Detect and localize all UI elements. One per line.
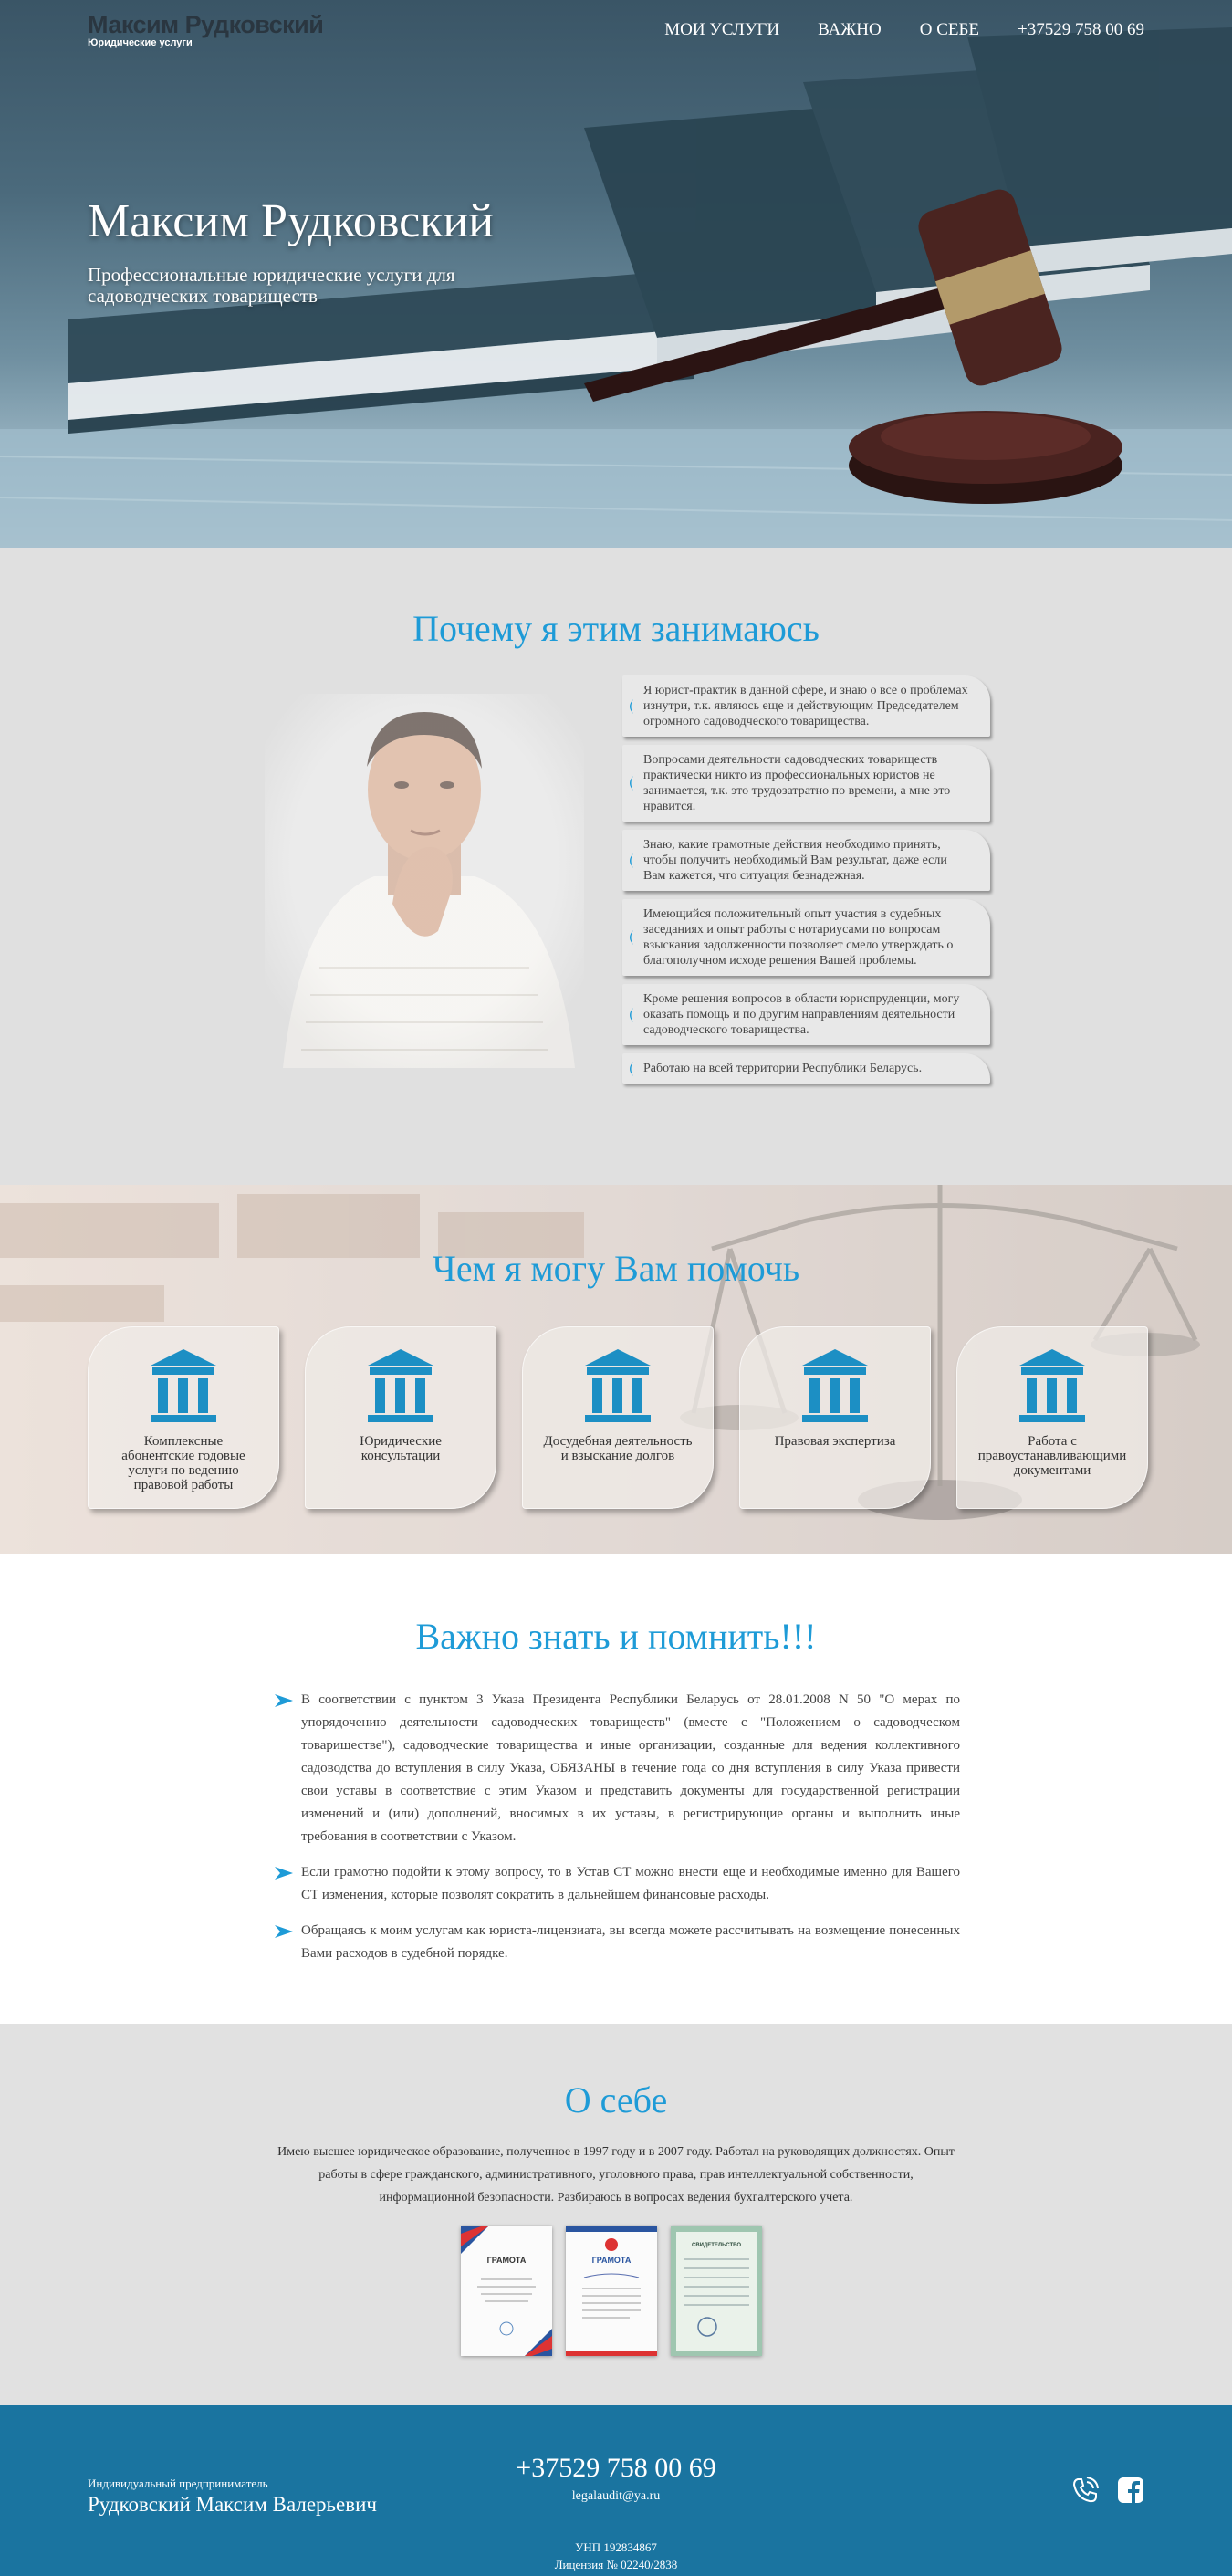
why-reason-text: Кроме решения вопросов в области юриспру… xyxy=(643,992,960,1037)
footer-contacts: +37529 758 00 69 legalaudit@ya.ru УНП 19… xyxy=(0,2453,1232,2572)
arrow-bullet-icon xyxy=(275,1694,293,1707)
courthouse-icon xyxy=(1019,1349,1085,1422)
service-card-label: Комплексные абонентские годовые услуги п… xyxy=(121,1434,245,1492)
why-title: Почему я этим занимаюсь xyxy=(412,608,820,649)
certificate-thumbnail[interactable]: ГРАМОТА xyxy=(566,2226,657,2356)
courthouse-icon xyxy=(368,1349,433,1422)
menu-item-important[interactable]: ВАЖНО xyxy=(818,20,882,40)
hero-subtitle: Профессиональные юридические услуги для … xyxy=(88,264,455,307)
bullet-icon xyxy=(630,776,633,791)
footer-email-link[interactable]: legalaudit@ya.ru xyxy=(572,2489,660,2504)
important-text: Если грамотно подойти к этому вопросу, т… xyxy=(301,1865,960,1902)
why-reason-text: Я юрист-практик в данной сфере, и знаю о… xyxy=(643,684,968,728)
certificate-thumbnail[interactable]: ГРАМОТА xyxy=(461,2226,552,2356)
why-reasons-list: Я юрист-практик в данной сфере, и знаю о… xyxy=(622,675,990,1092)
bullet-icon xyxy=(630,853,633,868)
service-card[interactable]: Комплексные абонентские годовые услуги п… xyxy=(88,1326,279,1509)
menu-item-phone[interactable]: +37529 758 00 69 xyxy=(1018,20,1144,40)
portrait-photo xyxy=(265,694,584,1068)
certificate-thumbnail[interactable]: СВИДЕТЕЛЬСТВО xyxy=(671,2226,762,2356)
facebook-icon[interactable] xyxy=(1117,2477,1144,2508)
service-card[interactable]: Правовая экспертиза xyxy=(739,1326,931,1509)
menu-item-about[interactable]: О СЕБЕ xyxy=(920,20,979,40)
service-card-label: Досудебная деятельность и взыскание долг… xyxy=(543,1434,693,1463)
about-section: О себе Имею высшее юридическое образован… xyxy=(0,2024,1232,2405)
menu-item-services[interactable]: МОИ УСЛУГИ xyxy=(664,20,779,40)
why-reason-item: Работаю на всей территории Республики Бе… xyxy=(622,1053,990,1084)
main-menu: МОИ УСЛУГИ ВАЖНО О СЕБЕ +37529 758 00 69 xyxy=(664,20,1144,40)
footer-license: Лицензия № 02240/2838 xyxy=(554,2558,678,2571)
site-footer: Индивидуальный предприниматель Рудковски… xyxy=(0,2405,1232,2576)
service-card-label: Правовая экспертиза xyxy=(774,1434,896,1449)
services-title: Чем я могу Вам помочь xyxy=(432,1248,800,1289)
why-reason-item: Вопросами деятельности садоводческих тов… xyxy=(622,745,990,822)
arrow-bullet-icon xyxy=(275,1925,293,1938)
service-card-label: Работа с правоустанавливающими документа… xyxy=(977,1434,1127,1478)
why-reason-text: Работаю на всей территории Республики Бе… xyxy=(643,1062,923,1075)
bullet-icon xyxy=(630,698,633,714)
important-section: Важно знать и помнить!!! В соответствии … xyxy=(0,1554,1232,2024)
footer-social xyxy=(1071,2477,1144,2508)
footer-phone[interactable]: +37529 758 00 69 xyxy=(0,2453,1232,2484)
why-reason-text: Знаю, какие грамотные действия необходим… xyxy=(643,838,947,883)
certificate-heading: ГРАМОТА xyxy=(487,2256,527,2265)
why-reason-item: Знаю, какие грамотные действия необходим… xyxy=(622,830,990,891)
courthouse-icon xyxy=(151,1349,216,1422)
footer-unp: УНП 192834867 xyxy=(575,2540,657,2554)
service-card-label: Юридические консультации xyxy=(360,1434,442,1463)
certificate-image: СВИДЕТЕЛЬСТВО xyxy=(671,2226,762,2356)
services-cards: Комплексные абонентские годовые услуги п… xyxy=(88,1326,1148,1509)
top-navigation: Максим Рудковский Юридические услуги МОИ… xyxy=(88,11,1144,52)
site-logo[interactable]: Максим Рудковский Юридические услуги xyxy=(88,11,324,49)
important-list: В соответствии с пунктом 3 Указа Президе… xyxy=(275,1689,960,1978)
service-card[interactable]: Досудебная деятельность и взыскание долг… xyxy=(522,1326,714,1509)
important-paragraph: Обращаясь к моим услугам как юриста-лице… xyxy=(275,1920,960,1965)
hero-section: Максим Рудковский Юридические услуги МОИ… xyxy=(0,0,1232,548)
important-paragraph: В соответствии с пунктом 3 Указа Президе… xyxy=(275,1689,960,1848)
about-title: О себе xyxy=(564,2079,668,2120)
why-reason-text: Вопросами деятельности садоводческих тов… xyxy=(643,753,951,813)
why-reason-item: Имеющийся положительный опыт участия в с… xyxy=(622,899,990,976)
certificate-image: ГРАМОТА xyxy=(461,2226,552,2356)
hero-title: Максим Рудковский xyxy=(88,195,495,247)
important-text: В соответствии с пунктом 3 Указа Президе… xyxy=(301,1692,960,1844)
logo-tagline: Юридические услуги xyxy=(88,37,193,48)
why-reason-item: Кроме решения вопросов в области юриспру… xyxy=(622,984,990,1045)
why-reason-text: Имеющийся положительный опыт участия в с… xyxy=(643,907,954,968)
important-title: Важно знать и помнить!!! xyxy=(415,1616,817,1657)
phone-icon[interactable] xyxy=(1071,2477,1099,2508)
bullet-icon xyxy=(630,930,633,945)
why-reason-item: Я юрист-практик в данной сфере, и знаю о… xyxy=(622,675,990,737)
important-paragraph: Если грамотно подойти к этому вопросу, т… xyxy=(275,1861,960,1907)
bullet-icon xyxy=(630,1061,633,1076)
important-text: Обращаясь к моим услугам как юриста-лице… xyxy=(301,1923,960,1961)
bullet-icon xyxy=(630,1007,633,1022)
arrow-bullet-icon xyxy=(275,1867,293,1880)
service-card[interactable]: Работа с правоустанавливающими документа… xyxy=(956,1326,1148,1509)
certificate-heading: СВИДЕТЕЛЬСТВО xyxy=(692,2243,741,2248)
service-card[interactable]: Юридические консультации xyxy=(305,1326,496,1509)
courthouse-icon xyxy=(585,1349,651,1422)
courthouse-icon xyxy=(802,1349,868,1422)
why-section: Почему я этим занимаюсь Я юрист-практик … xyxy=(0,548,1232,1185)
logo-name: Максим Рудковский xyxy=(88,11,324,38)
certificate-heading: ГРАМОТА xyxy=(592,2256,632,2265)
services-section: Чем я могу Вам помочь Комплексные абонен… xyxy=(0,1185,1232,1554)
certificates-gallery: ГРАМОТА ГРАМОТА СВИДЕТЕЛЬСТВО xyxy=(461,2226,762,2356)
certificate-image: ГРАМОТА xyxy=(566,2226,657,2356)
about-text: Имею высшее юридическое образование, пол… xyxy=(277,2145,955,2204)
